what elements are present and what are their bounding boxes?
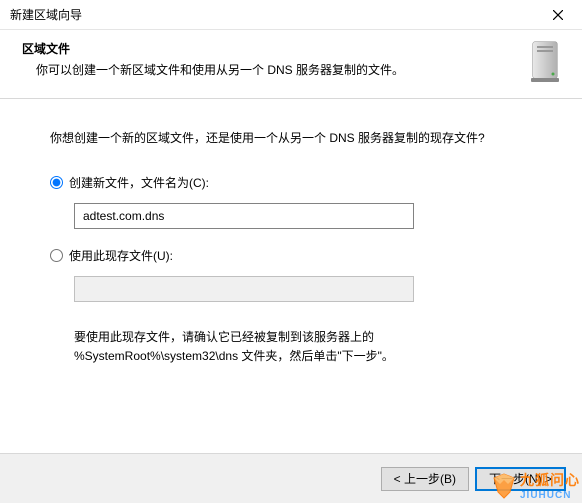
titlebar: 新建区域向导 xyxy=(0,0,582,30)
radio-create-new[interactable]: 创建新文件，文件名为(C): xyxy=(50,174,532,191)
prompt-text: 你想创建一个新的区域文件，还是使用一个从另一个 DNS 服务器复制的现存文件? xyxy=(50,129,532,146)
option-create-group: 创建新文件，文件名为(C): xyxy=(50,174,532,229)
radio-use-existing[interactable]: 使用此现存文件(U): xyxy=(50,247,532,264)
wizard-footer: < 上一步(B) 下一步(N) > xyxy=(0,453,582,503)
note-line2: %SystemRoot%\system32\dns 文件夹，然后单击"下一步"。 xyxy=(74,349,394,363)
close-button[interactable] xyxy=(538,1,578,29)
close-icon xyxy=(553,10,563,20)
existing-filename-input xyxy=(74,276,414,302)
radio-existing-input[interactable] xyxy=(50,249,63,262)
header-description: 你可以创建一个新区域文件和使用从另一个 DNS 服务器复制的文件。 xyxy=(22,61,524,78)
radio-existing-label: 使用此现存文件(U): xyxy=(69,247,173,264)
new-filename-input[interactable] xyxy=(74,203,414,229)
radio-create-label: 创建新文件，文件名为(C): xyxy=(69,174,209,191)
wizard-header: 区域文件 你可以创建一个新区域文件和使用从另一个 DNS 服务器复制的文件。 xyxy=(0,30,582,99)
header-title: 区域文件 xyxy=(22,40,524,57)
back-button[interactable]: < 上一步(B) xyxy=(381,467,469,491)
note-line1: 要使用此现存文件，请确认它已经被复制到该服务器上的 xyxy=(74,330,374,344)
window-title: 新建区域向导 xyxy=(10,6,82,23)
radio-create-input[interactable] xyxy=(50,176,63,189)
server-icon xyxy=(524,40,566,84)
header-text-block: 区域文件 你可以创建一个新区域文件和使用从另一个 DNS 服务器复制的文件。 xyxy=(22,40,524,84)
next-button[interactable]: 下一步(N) > xyxy=(475,467,566,491)
note-text: 要使用此现存文件，请确认它已经被复制到该服务器上的 %SystemRoot%\s… xyxy=(74,328,424,366)
wizard-content: 你想创建一个新的区域文件，还是使用一个从另一个 DNS 服务器复制的现存文件? … xyxy=(0,99,582,386)
option-existing-group: 使用此现存文件(U): xyxy=(50,247,532,302)
